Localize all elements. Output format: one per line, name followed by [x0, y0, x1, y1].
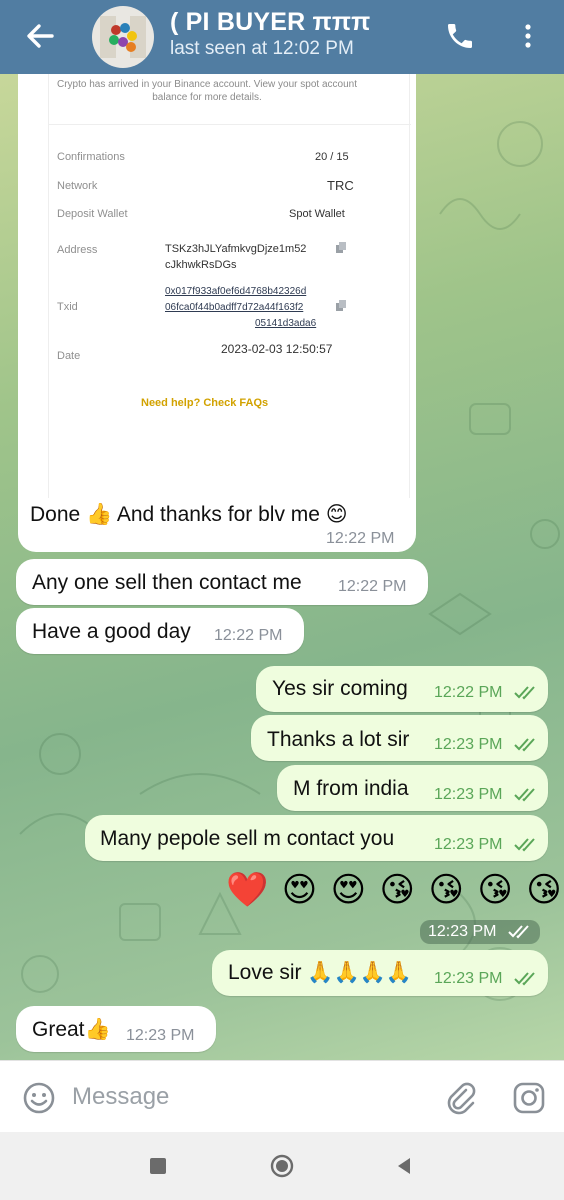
- more-vertical-icon[interactable]: [516, 20, 540, 52]
- double-check-icon: [514, 972, 535, 986]
- outgoing-message[interactable]: Thanks a lot sir 12:23 PM: [251, 715, 548, 761]
- double-check-icon: [514, 838, 535, 852]
- chat-area[interactable]: Crypto has arrived in your Binance accou…: [0, 74, 564, 1060]
- incoming-message[interactable]: Any one sell then contact me 12:22 PM: [16, 559, 428, 605]
- outgoing-message[interactable]: Love sir 🙏🙏🙏🙏 12:23 PM: [212, 950, 548, 996]
- confirmations-value: 20 / 15: [315, 151, 349, 163]
- copy-address-icon[interactable]: [335, 242, 347, 254]
- txid-line1[interactable]: 0x017f933af0ef6d4768b42326d: [165, 284, 306, 299]
- message-time: 12:23 PM: [434, 736, 503, 753]
- deposit-receipt-image[interactable]: Crypto has arrived in your Binance accou…: [48, 74, 411, 498]
- double-check-icon: [508, 925, 529, 939]
- chat-header: ( PI BUYER πππ last seen at 12:02 PM: [0, 0, 564, 74]
- message-time: 12:23 PM: [126, 1027, 195, 1044]
- date-label: Date: [57, 350, 81, 362]
- system-navigation-bar: [0, 1132, 564, 1200]
- address-value-line2: cJkhwkRsDGs: [165, 259, 237, 271]
- message-input-bar: [0, 1060, 564, 1132]
- message-text: Love sir 🙏🙏🙏🙏: [228, 961, 412, 984]
- incoming-message[interactable]: Have a good day 12:22 PM: [16, 608, 304, 654]
- message-text: Great👍: [32, 1018, 111, 1041]
- message-time: 12:23 PM: [428, 923, 497, 940]
- txid-label: Txid: [57, 301, 78, 313]
- message-input[interactable]: [72, 1079, 372, 1115]
- double-check-icon: [514, 686, 535, 700]
- arrow-left-icon[interactable]: [22, 18, 58, 54]
- message-time: 12:22 PM: [434, 684, 503, 701]
- emoji-message[interactable]: ❤️ 😍 😍 😘 😘 😘 😘: [226, 870, 562, 918]
- message-time: 12:22 PM: [326, 530, 395, 547]
- message-time: 12:23 PM: [434, 970, 503, 987]
- address-label: Address: [57, 244, 98, 256]
- confirmations-label: Confirmations: [57, 151, 125, 163]
- outgoing-message[interactable]: Yes sir coming 12:22 PM: [256, 666, 548, 712]
- network-label: Network: [57, 180, 98, 192]
- double-check-icon: [514, 788, 535, 802]
- outgoing-message[interactable]: Many pepole sell m contact you 12:23 PM: [85, 815, 548, 861]
- paperclip-icon[interactable]: [444, 1081, 478, 1115]
- message-time: 12:22 PM: [214, 627, 283, 644]
- deposit-wallet-label: Deposit Wallet: [57, 208, 128, 220]
- instagram-camera-icon[interactable]: [512, 1081, 546, 1115]
- incoming-message[interactable]: Great👍 12:23 PM: [16, 1006, 216, 1052]
- deposit-wallet-value: Spot Wallet: [289, 208, 345, 220]
- back-triangle-icon[interactable]: [394, 1156, 414, 1176]
- message-time: 12:23 PM: [434, 836, 503, 853]
- txid-line2[interactable]: 06fca0f44b0adff7d72a44f163f2: [165, 300, 303, 315]
- emoji-time-pill: 12:23 PM: [420, 920, 540, 944]
- txid-line3[interactable]: 05141d3ada6: [255, 316, 316, 331]
- message-text: Thanks a lot sir: [267, 728, 410, 751]
- message-text: Many pepole sell m contact you: [100, 827, 395, 850]
- emoji-message-text: ❤️ 😍 😍 😘 😘 😘 😘: [226, 871, 564, 909]
- help-faq-link[interactable]: Need help? Check FAQs: [141, 397, 268, 409]
- network-value: TRC: [327, 178, 354, 193]
- message-text: Any one sell then contact me: [32, 571, 302, 594]
- message-time: 12:23 PM: [434, 786, 503, 803]
- message-time: 12:22 PM: [338, 578, 407, 595]
- avatar[interactable]: [92, 6, 154, 68]
- double-check-icon: [514, 738, 535, 752]
- date-value: 2023-02-03 12:50:57: [221, 342, 333, 356]
- address-value-line1: TSKz3hJLYafmkvgDjze1m52: [165, 243, 307, 255]
- copy-txid-icon[interactable]: [335, 300, 347, 312]
- image-message[interactable]: Crypto has arrived in your Binance accou…: [18, 74, 416, 552]
- phone-icon[interactable]: [444, 20, 476, 52]
- receipt-divider: [49, 124, 411, 125]
- message-text: Yes sir coming: [272, 677, 408, 700]
- outgoing-message[interactable]: M from india 12:23 PM: [277, 765, 548, 811]
- emoji-icon[interactable]: [22, 1081, 56, 1115]
- home-icon[interactable]: [270, 1154, 294, 1178]
- receipt-intro: Crypto has arrived in your Binance accou…: [57, 79, 357, 103]
- last-seen-status: last seen at 12:02 PM: [170, 38, 354, 59]
- message-text: Have a good day: [32, 620, 191, 643]
- chat-title[interactable]: ( PI BUYER πππ: [170, 8, 371, 37]
- recents-icon[interactable]: [150, 1158, 166, 1174]
- message-text: Done 👍 And thanks for blv me 😊: [30, 503, 348, 526]
- message-text: M from india: [293, 777, 409, 800]
